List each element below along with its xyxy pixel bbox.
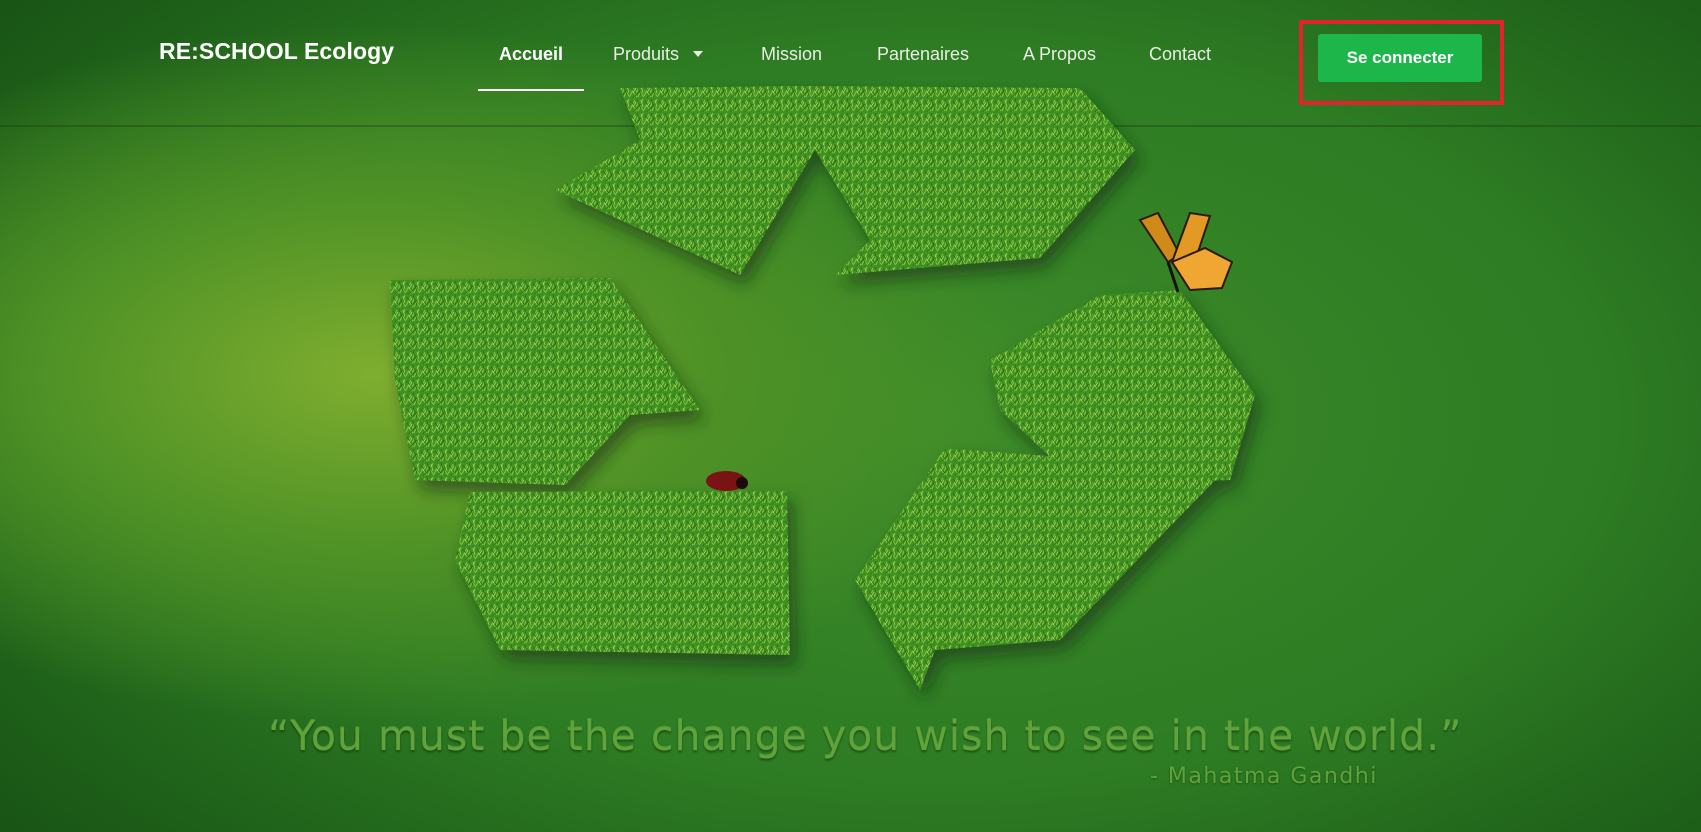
butterfly xyxy=(1138,211,1234,293)
navbar: RE:SCHOOL Ecology Accueil Produits Missi… xyxy=(0,0,1701,126)
brand-logo-text[interactable]: RE:SCHOOL Ecology xyxy=(159,38,394,65)
nav-item-accueil[interactable]: Accueil xyxy=(477,44,585,91)
nav-item-contact[interactable]: Contact xyxy=(1149,44,1211,90)
caret-down-icon xyxy=(693,51,704,57)
hero-quote: “You must be the change you wish to see … xyxy=(268,712,1463,760)
nav-item-produits[interactable]: Produits xyxy=(613,44,704,90)
nav-item-partenaires[interactable]: Partenaires xyxy=(877,44,969,90)
nav-item-a-propos[interactable]: A Propos xyxy=(1023,44,1096,90)
login-button[interactable]: Se connecter xyxy=(1318,34,1482,82)
nav-item-produits-label: Produits xyxy=(613,44,680,64)
recycle-arrows xyxy=(390,86,1255,690)
nav-item-mission[interactable]: Mission xyxy=(761,44,822,90)
hero-quote-author: - Mahatma Gandhi xyxy=(1150,764,1378,789)
